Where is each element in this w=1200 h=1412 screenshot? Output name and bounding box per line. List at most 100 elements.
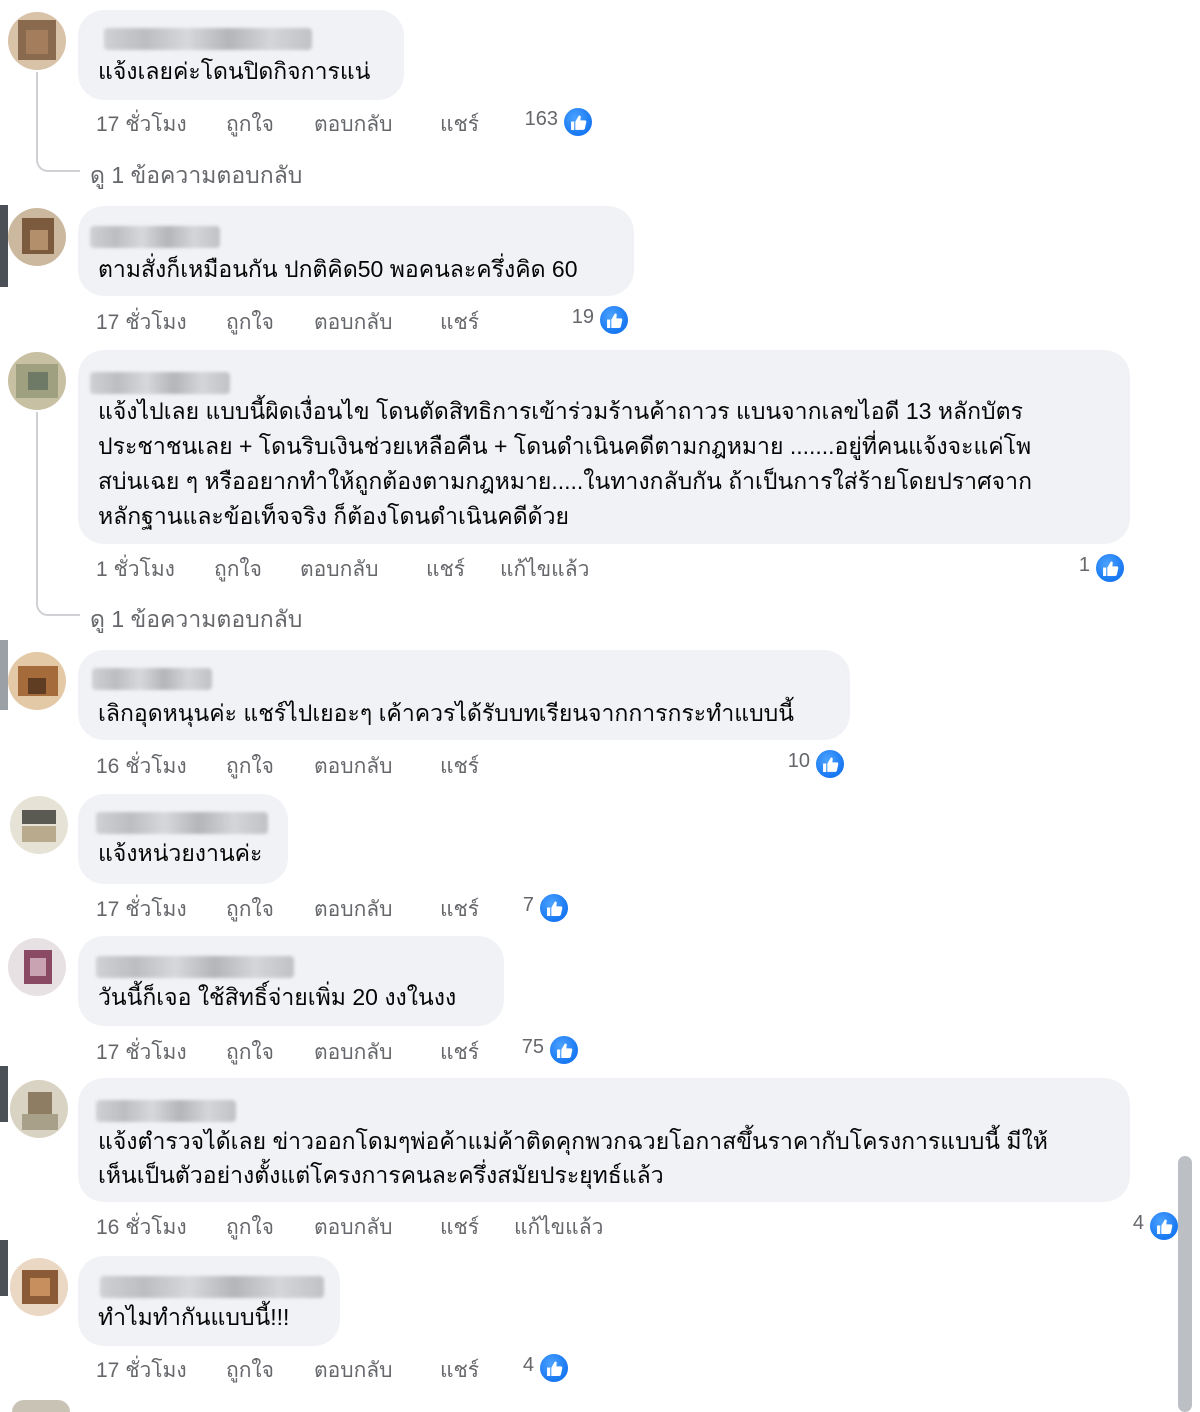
comment-bubble: แจ้งไปเลย แบบนี้ผิดเงื่อนไข โดนตัดสิทธิก…: [78, 350, 1130, 544]
like-button[interactable]: ถูกใจ: [226, 750, 274, 783]
reaction-count[interactable]: 10: [760, 748, 846, 780]
scrollbar-thumb[interactable]: [1178, 1156, 1192, 1412]
share-button[interactable]: แชร์: [440, 306, 479, 339]
comment-timestamp[interactable]: 17 ชั่วโมง: [96, 893, 187, 926]
avatar[interactable]: [10, 796, 68, 854]
share-button[interactable]: แชร์: [440, 1354, 479, 1387]
reaction-count[interactable]: 1: [1060, 552, 1126, 584]
edge-mark: [0, 205, 8, 287]
comment-timestamp[interactable]: 17 ชั่วโมง: [96, 108, 187, 141]
comment-text: ตามสั่งก็เหมือนกัน ปกติคิด50 พอคนละครึ่ง…: [98, 256, 578, 282]
comment-timestamp[interactable]: 17 ชั่วโมง: [96, 306, 187, 339]
comment-actions: 17 ชั่วโมง ถูกใจ ตอบกลับ แชร์: [96, 1354, 516, 1384]
comment-bubble: ทำไมทำกันแบบนี้!!!: [78, 1256, 340, 1346]
share-button[interactable]: แชร์: [426, 553, 465, 586]
reaction-count[interactable]: 4: [1116, 1210, 1180, 1242]
like-button[interactable]: ถูกใจ: [226, 1354, 274, 1387]
author-name-redacted[interactable]: [96, 812, 268, 834]
like-button[interactable]: ถูกใจ: [226, 1211, 274, 1244]
thread-connector: [36, 412, 80, 616]
avatar[interactable]: [10, 1258, 68, 1316]
comment-bubble: ตามสั่งก็เหมือนกัน ปกติคิด50 พอคนละครึ่ง…: [78, 206, 634, 296]
like-button[interactable]: ถูกใจ: [226, 108, 274, 141]
author-name-redacted[interactable]: [104, 28, 312, 50]
avatar[interactable]: [8, 208, 66, 266]
share-button[interactable]: แชร์: [440, 1036, 479, 1069]
share-button[interactable]: แชร์: [440, 108, 479, 141]
author-name-redacted[interactable]: [96, 956, 294, 978]
comment-actions: 17 ชั่วโมง ถูกใจ ตอบกลับ แชร์: [96, 893, 516, 923]
comment-text: วันนี้ก็เจอ ใช้สิทธิ์จ่ายเพิ่ม 20 งงในงง: [98, 984, 457, 1010]
comment-text: แจ้งตำรวจได้เลย ข่าวออกโดมๆพ่อค้าแม่ค้าต…: [98, 1128, 1048, 1154]
reaction-count[interactable]: 7: [500, 892, 570, 924]
like-count: 7: [522, 894, 534, 916]
comment-actions: 1 ชั่วโมง ถูกใจ ตอบกลับ แชร์ แก้ไขแล้ว: [96, 553, 636, 583]
edge-mark: [0, 640, 8, 710]
comment-timestamp[interactable]: 16 ชั่วโมง: [96, 750, 187, 783]
share-button[interactable]: แชร์: [440, 893, 479, 926]
reaction-count[interactable]: 163: [500, 106, 594, 138]
reply-button[interactable]: ตอบกลับ: [314, 893, 393, 926]
like-count: 1: [1078, 554, 1090, 576]
comment-text: สบ่นเฉย ๆ หรืออยากทำให้ถูกต้องตามกฎหมาย.…: [98, 468, 1033, 494]
like-button[interactable]: ถูกใจ: [226, 306, 274, 339]
like-count: 4: [522, 1354, 534, 1376]
author-name-redacted[interactable]: [96, 1100, 236, 1122]
like-button[interactable]: ถูกใจ: [214, 553, 262, 586]
author-name-redacted[interactable]: [92, 668, 212, 690]
comment-actions: 16 ชั่วโมง ถูกใจ ตอบกลับ แชร์ แก้ไขแล้ว: [96, 1211, 656, 1241]
like-button[interactable]: ถูกใจ: [226, 1036, 274, 1069]
edited-label: แก้ไขแล้ว: [500, 558, 590, 581]
reply-button[interactable]: ตอบกลับ: [314, 306, 393, 339]
author-name-redacted[interactable]: [90, 226, 220, 248]
avatar[interactable]: [8, 652, 66, 710]
comment-text: หลักฐานและข้อเท็จจริง ก็ต้องโดนดำเนินคดี…: [98, 503, 569, 529]
comment-text: แจ้งไปเลย แบบนี้ผิดเงื่อนไข โดนตัดสิทธิก…: [98, 398, 1023, 424]
like-icon: [538, 1352, 570, 1384]
comment-actions: 16 ชั่วโมง ถูกใจ ตอบกลับ แชร์: [96, 750, 516, 780]
view-replies-link[interactable]: ดู 1 ข้อความตอบกลับ: [90, 602, 302, 638]
avatar[interactable]: [8, 352, 66, 410]
like-button[interactable]: ถูกใจ: [226, 893, 274, 926]
comment-actions: 17 ชั่วโมง ถูกใจ ตอบกลับ แชร์: [96, 306, 516, 336]
comment-bubble: แจ้งตำรวจได้เลย ข่าวออกโดมๆพ่อค้าแม่ค้าต…: [78, 1078, 1130, 1202]
like-count: 10: [787, 750, 810, 772]
comment-actions: 17 ชั่วโมง ถูกใจ ตอบกลับ แชร์: [96, 1036, 516, 1066]
avatar[interactable]: [8, 12, 66, 70]
edge-mark: [0, 1066, 8, 1122]
reply-button[interactable]: ตอบกลับ: [314, 750, 393, 783]
reaction-count[interactable]: 4: [500, 1352, 570, 1384]
comment-actions: 17 ชั่วโมง ถูกใจ ตอบกลับ แชร์: [96, 108, 516, 138]
like-icon: [548, 1034, 580, 1066]
like-count: 163: [524, 108, 558, 130]
reply-button[interactable]: ตอบกลับ: [314, 1211, 393, 1244]
comment-timestamp[interactable]: 16 ชั่วโมง: [96, 1211, 187, 1244]
view-replies-link[interactable]: ดู 1 ข้อความตอบกลับ: [90, 158, 302, 194]
avatar[interactable]: [10, 1080, 68, 1138]
reaction-count[interactable]: 75: [500, 1034, 580, 1066]
share-button[interactable]: แชร์: [440, 1211, 479, 1244]
like-icon: [814, 748, 846, 780]
reaction-count[interactable]: 19: [540, 304, 630, 336]
comment-text: แจ้งเลยค่ะโดนปิดกิจการแน่: [98, 58, 371, 84]
reply-button[interactable]: ตอบกลับ: [314, 1354, 393, 1387]
reply-button[interactable]: ตอบกลับ: [314, 108, 393, 141]
comment-bubble: แจ้งเลยค่ะโดนปิดกิจการแน่: [78, 10, 404, 100]
comment-bubble: เลิกอุดหนุนค่ะ แชร์ไปเยอะๆ เค้าควรได้รับ…: [78, 650, 850, 740]
author-name-redacted[interactable]: [100, 1276, 324, 1298]
comment-timestamp[interactable]: 17 ชั่วโมง: [96, 1354, 187, 1387]
edge-mark: [0, 1240, 8, 1296]
avatar[interactable]: [8, 938, 66, 996]
comment-text: ประชาชนเลย + โดนริบเงินช่วยเหลือคืน + โด…: [98, 433, 1032, 459]
comment-text: ทำไมทำกันแบบนี้!!!: [98, 1304, 290, 1330]
comment-timestamp[interactable]: 17 ชั่วโมง: [96, 1036, 187, 1069]
author-name-redacted[interactable]: [90, 372, 230, 394]
avatar[interactable]: [12, 1400, 70, 1412]
reply-button[interactable]: ตอบกลับ: [300, 553, 379, 586]
comment-timestamp[interactable]: 1 ชั่วโมง: [96, 553, 175, 586]
reply-button[interactable]: ตอบกลับ: [314, 1036, 393, 1069]
like-icon: [598, 304, 630, 336]
like-count: 19: [571, 306, 594, 328]
comment-text: เห็นเป็นตัวอย่างตั้งแต่โครงการคนละครึ่งส…: [98, 1162, 664, 1188]
share-button[interactable]: แชร์: [440, 750, 479, 783]
